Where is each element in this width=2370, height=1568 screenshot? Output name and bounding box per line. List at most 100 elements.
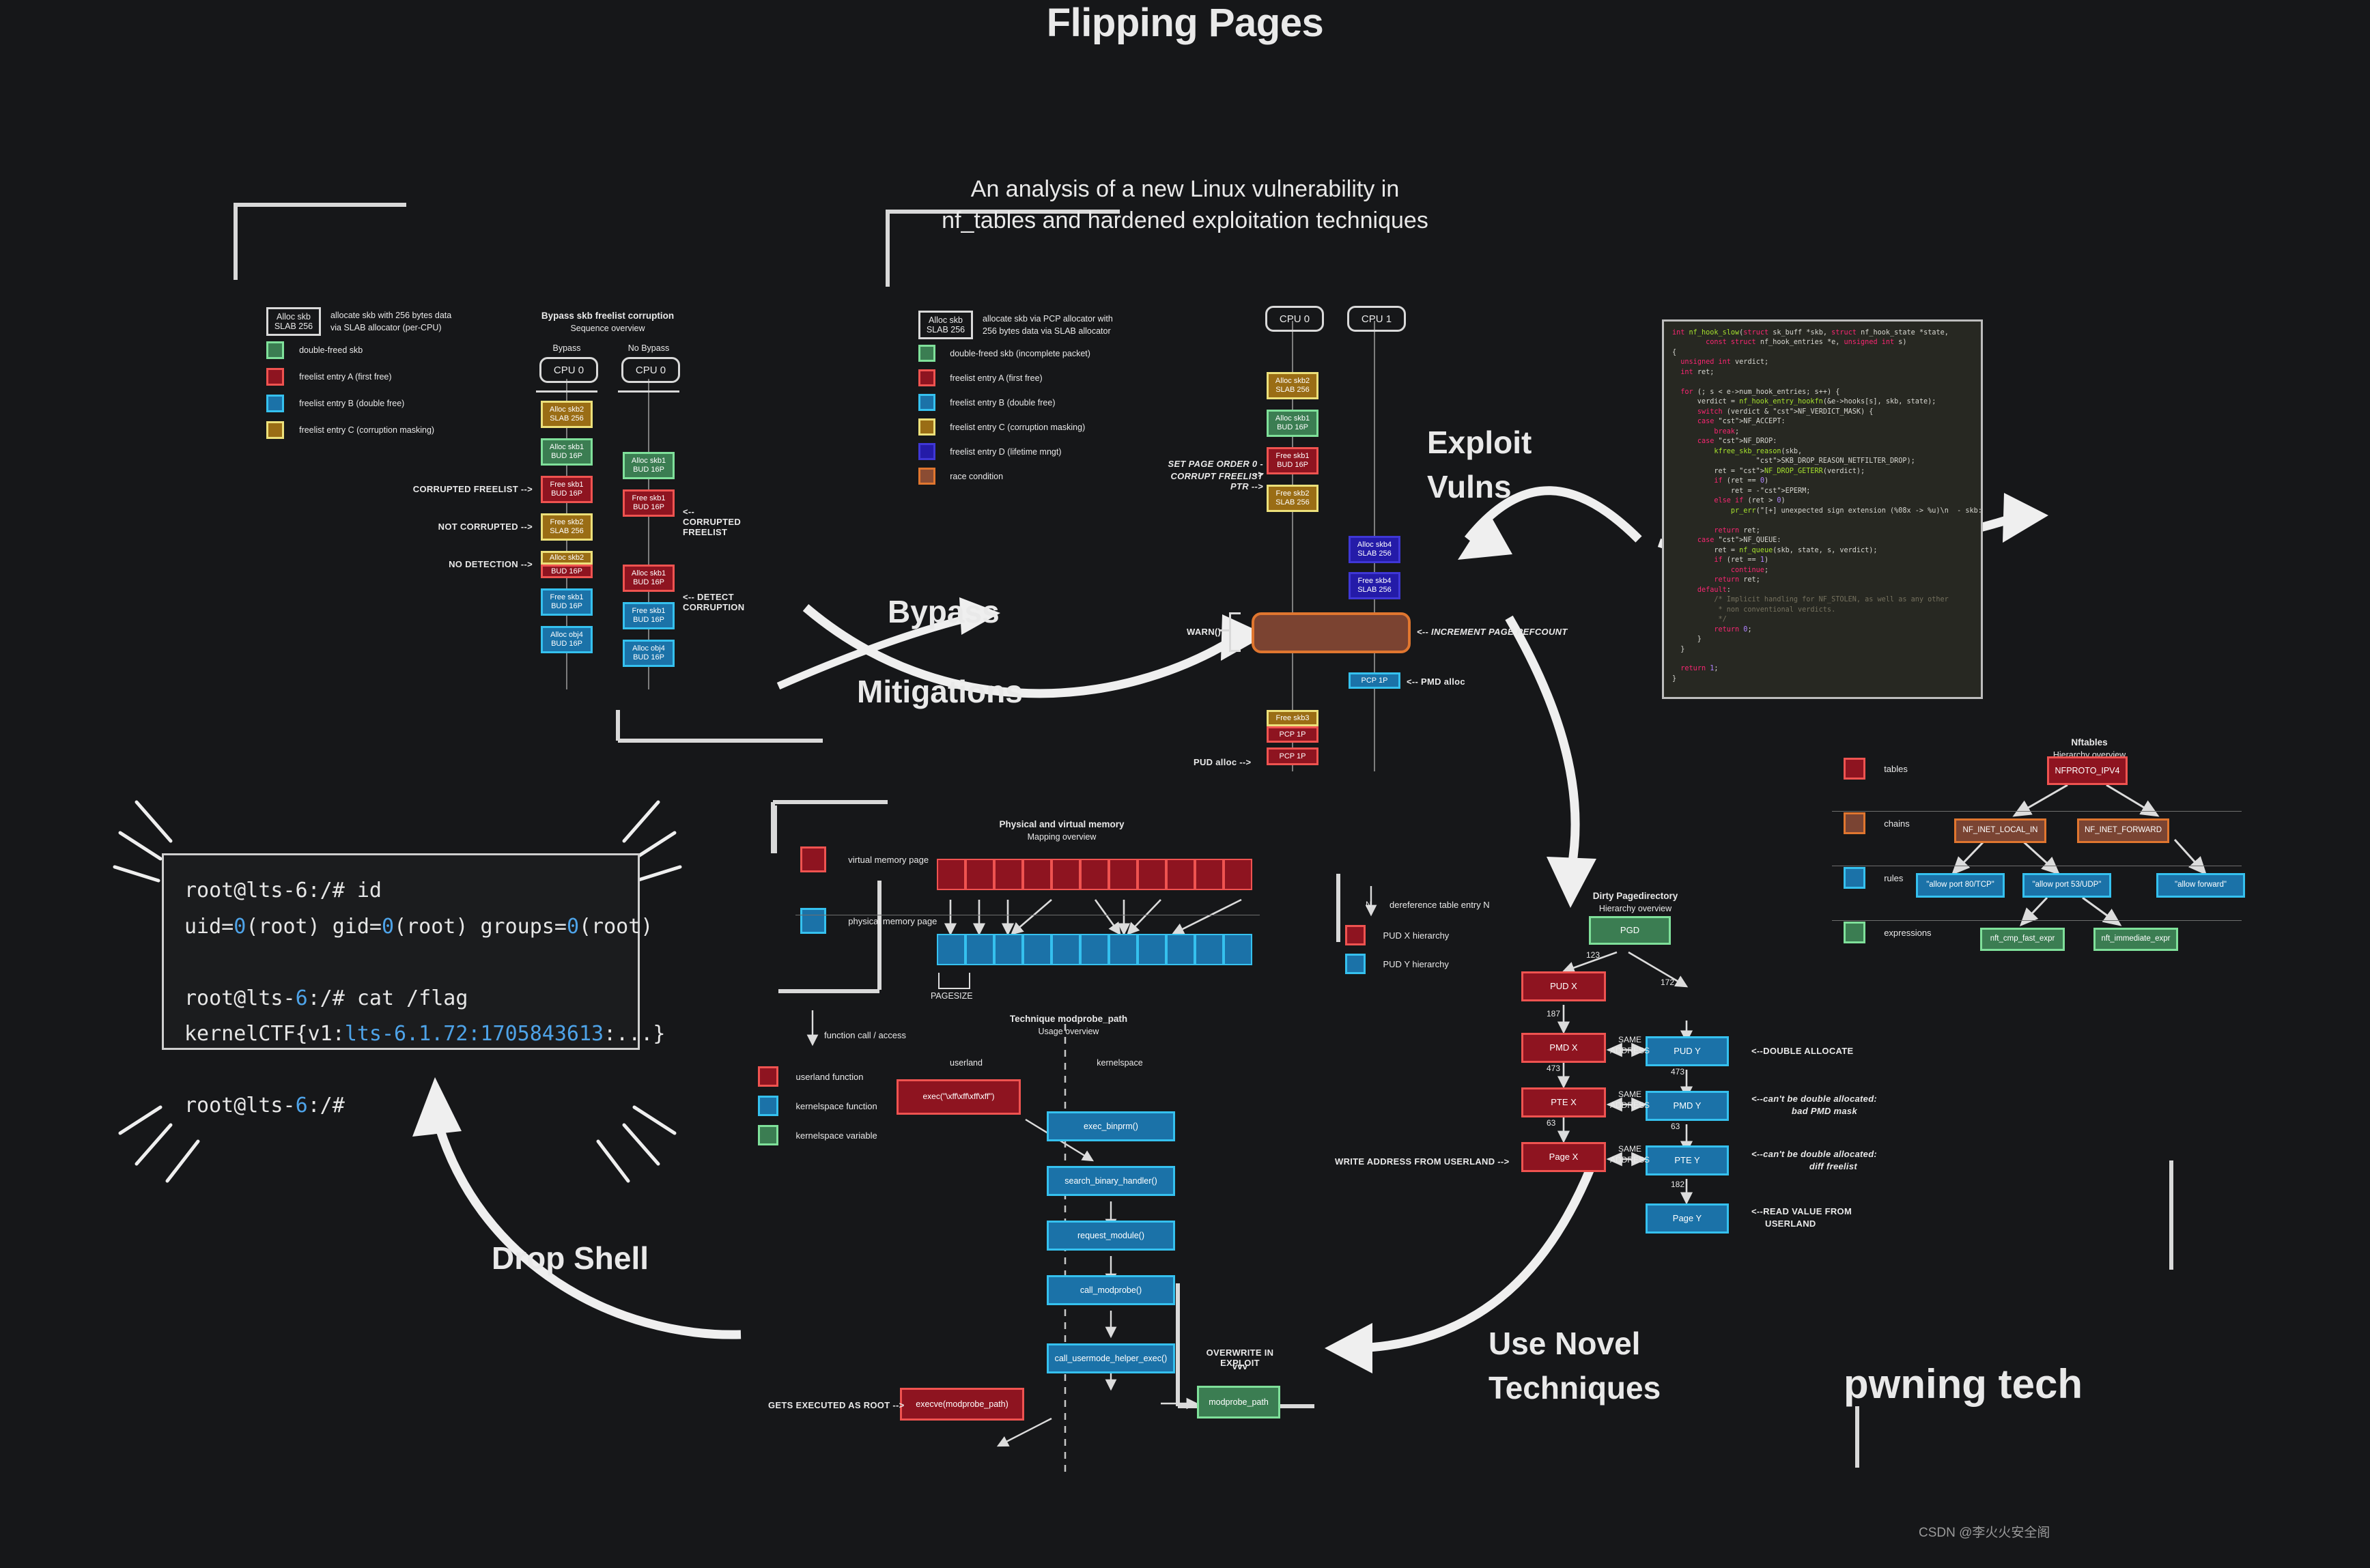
flow-node-line1: Free skb1	[1275, 452, 1310, 461]
pagedir-y-edge-label: 182	[1671, 1180, 1685, 1189]
legend-label: freelist entry C (corruption masking)	[299, 425, 435, 435]
flow-node-line2: SLAB 256	[1275, 498, 1310, 507]
nftables-title: Nftables	[2071, 737, 2108, 747]
legend-label: freelist entry A (first free)	[299, 372, 392, 382]
pagedir-same-address-l1: SAME	[1618, 1144, 1641, 1154]
flow-node-line1: Free skb2	[550, 518, 584, 527]
legend-row: freelist entry B (double free)	[918, 394, 1113, 411]
flow-node-top: Free skb3	[1267, 710, 1318, 726]
legend-row: chains	[1844, 812, 1932, 834]
nft-chain-node: NF_INET_FORWARD	[2077, 818, 2169, 843]
legend-pcp-keybox-line2: SLAB 256	[926, 325, 965, 334]
bypass-cpu0-right: CPU 0	[621, 357, 680, 383]
modprobe-legend: userland function kernelspace function ker…	[758, 1066, 877, 1154]
virtual-page-cell	[1080, 859, 1109, 890]
legend-swatch	[918, 345, 935, 362]
pagedir-legend: PUD X hierarchy PUD Y hierarchy	[1345, 925, 1449, 982]
warn-bracket	[1229, 612, 1241, 652]
flow-node-line2: BUD 16P	[633, 578, 664, 586]
legend-swatch	[1345, 925, 1366, 945]
legend-row: freelist entry D (lifetime mngt)	[918, 443, 1113, 460]
flow-node: PCP 1P	[1267, 747, 1318, 765]
code-line: continue;	[1730, 566, 1769, 574]
code-line: const struct nf_hook_entries *e, unsigne…	[1706, 339, 1907, 347]
legend-row: kernelspace function	[758, 1096, 877, 1116]
terminal-segment: 0	[234, 914, 246, 939]
code-line: int nf_hook_slow(struct sk_buff *skb, st…	[1672, 329, 1949, 337]
virtual-page-cell	[1224, 859, 1252, 890]
physical-page-cell	[1195, 934, 1224, 965]
virtual-page-cell	[1195, 859, 1224, 890]
flow-node-line1: Free skb1	[550, 593, 584, 602]
legend-label: expressions	[1884, 927, 1932, 938]
terminal-segment: 0	[382, 914, 395, 939]
code-line: return ret;	[1714, 576, 1760, 584]
flow-node: Free skb1 BUD 16P	[541, 588, 593, 616]
code-line: {	[1672, 348, 1677, 356]
legend-swatch	[266, 395, 284, 412]
code-line: return 1;	[1680, 665, 1719, 673]
legend-swatch	[266, 341, 284, 359]
flow-node: Free skb1 BUD 16P	[623, 602, 675, 629]
virtual-page-cell	[1138, 859, 1166, 890]
legend-label: freelist entry A (first free)	[950, 373, 1043, 383]
legend-row: freelist entry A (first free)	[918, 369, 1113, 386]
pagedir-same-address-l2: ADDRESS	[1609, 1100, 1650, 1110]
code-line: unsigned int verdict;	[1680, 358, 1769, 367]
flow-node: Alloc skb2 BUD 16P	[541, 551, 593, 578]
legend-label: tables	[1884, 763, 1908, 774]
flow-node-line1: Alloc skb2	[549, 405, 584, 414]
flow-node: Alloc skb1 BUD 16P	[623, 452, 675, 479]
legend-swatch	[918, 468, 935, 485]
terminal-segment: (root) gid=	[246, 914, 382, 939]
anno-bad-pmd-l1: <--can't be double allocated:	[1751, 1094, 1878, 1104]
terminal-line: kernelCTF{v1:lts-6.1.72:1705843613:...}	[184, 1016, 665, 1053]
legend-swatch	[1844, 758, 1865, 780]
code-line: }	[1672, 674, 1677, 683]
flow-node-line2: SLAB 256	[1275, 386, 1310, 394]
code-line: verdict = nf_hook_entry_hookfn(&e->hooks…	[1672, 398, 1936, 406]
code-line: break;	[1714, 427, 1740, 436]
code-line: case "cst">NF_DROP:	[1697, 438, 1777, 446]
legend-label: race condition	[950, 471, 1004, 481]
flow-node-line1: Free skb1	[632, 607, 666, 616]
modprobe-col-userland: userland	[950, 1058, 983, 1068]
legend-label: chains	[1884, 818, 1910, 829]
modprobe-col-kernelspace: kernelspace	[1097, 1058, 1143, 1068]
bypass-left-annotation: CORRUPTED FREELIST -->	[412, 484, 533, 494]
flow-node-line2: BUD 16P	[633, 466, 664, 474]
memmap-title: Physical and virtual memory	[999, 819, 1125, 829]
pagedir-x-node: Page X	[1521, 1142, 1606, 1172]
anno-pmd-alloc: <-- PMD alloc	[1407, 676, 1465, 687]
terminal-line: root@lts-6:/# cat /flag	[184, 981, 617, 1017]
nft-divider-3	[1832, 920, 2242, 921]
virtual-page-cell	[965, 859, 994, 890]
pagedir-legend-arrow-text: dereference table entry N	[1389, 900, 1490, 910]
virtual-page-cell	[937, 859, 965, 890]
virtual-page-cell	[1023, 859, 1052, 890]
legend-swatch	[1345, 954, 1366, 974]
nftables-legend: tables chains rules expressions	[1844, 758, 1932, 976]
code-line: ret = nf_queue(skb, state, s, verdict);	[1672, 546, 1878, 554]
legend-slab-desc-line1: allocate skb with 256 bytes data	[330, 310, 452, 320]
terminal-segment: kernelCTF{v1:	[184, 1022, 345, 1046]
terminal-window[interactable]: root@lts-6:/# id uid=0(root) gid=0(root) …	[162, 853, 665, 1117]
physical-page-cell	[1224, 934, 1252, 965]
nft-rule-node: "allow port 80/TCP"	[1916, 873, 2005, 898]
terminal-segment: 0	[566, 914, 579, 939]
terminal-segment: root@lts-	[184, 1094, 296, 1117]
code-line: /* Implicit handling for NF_STOLEN, as w…	[1672, 596, 1949, 604]
nft-table-node: NFPROTO_IPV4	[2047, 756, 2128, 785]
nft-expr-node: nft_immediate_expr	[2093, 928, 2178, 951]
flow-node: Free skb1 BUD 16P	[541, 476, 593, 503]
legend-swatch	[266, 368, 284, 386]
terminal-segment: root@lts-	[184, 986, 296, 1010]
bypass-left-annotation: NO DETECTION -->	[449, 559, 533, 569]
flow-node: Alloc obj4 BUD 16P	[541, 626, 593, 653]
physical-page-cell	[937, 934, 965, 965]
legend-label: freelist entry B (double free)	[299, 399, 405, 408]
watermark: CSDN @李火火安全阁	[1919, 1526, 2050, 1540]
legend-row: expressions	[1844, 922, 1932, 943]
flow-node-line2: SLAB 256	[1357, 550, 1392, 558]
